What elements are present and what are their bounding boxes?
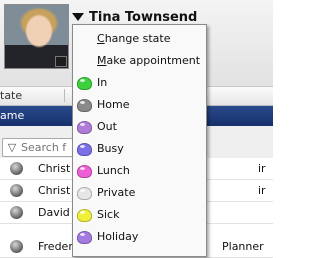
search-input[interactable]	[21, 140, 77, 155]
status-sick-icon	[77, 209, 92, 222]
menu-item-label: Out	[97, 120, 117, 133]
status-dot-icon	[10, 240, 23, 253]
menu-item-label-rest: ake appointment	[106, 54, 201, 67]
status-private-icon	[77, 187, 92, 200]
accelerator-key: M	[97, 54, 107, 67]
status-lunch-icon	[77, 165, 92, 178]
menu-item-status-sick[interactable]: Sick	[73, 205, 206, 225]
accelerator-key: C	[97, 32, 105, 45]
menu-item-label: Holiday	[97, 230, 139, 243]
menu-item-label: In	[97, 76, 108, 89]
contact-name: David	[38, 206, 70, 219]
menu-item-label-rest: hange state	[104, 32, 171, 45]
contact-name: Christ	[38, 162, 71, 175]
menu-item-status-home[interactable]: Home	[73, 95, 206, 115]
contact-extra: ir	[258, 162, 266, 175]
column-separator[interactable]	[64, 89, 65, 102]
contact-extra: ir	[258, 184, 266, 197]
status-holiday-icon	[77, 231, 92, 244]
status-out-icon	[77, 121, 92, 134]
menu-item-label: Busy	[97, 142, 124, 155]
status-dot-icon	[10, 206, 23, 219]
menu-item-status-holiday[interactable]: Holiday	[73, 227, 206, 247]
avatar[interactable]	[4, 4, 69, 69]
status-home-icon	[77, 99, 92, 112]
contact-name: Christ	[38, 184, 71, 197]
contact-role: Planner	[222, 240, 264, 253]
menu-item-status-busy[interactable]: Busy	[73, 139, 206, 159]
group-header-label: ame	[0, 109, 25, 122]
status-dot-icon	[10, 162, 23, 175]
menu-item-label: Home	[97, 98, 130, 111]
status-in-icon	[77, 77, 92, 90]
triangle-down-icon	[72, 13, 84, 21]
user-name: Tina Townsend	[89, 9, 198, 25]
state-column-header[interactable]: tate	[0, 89, 22, 102]
menu-item-label: Private	[97, 186, 136, 199]
menu-item-label: Sick	[97, 208, 120, 221]
avatar-badge-icon	[55, 56, 67, 67]
menu-item-status-lunch[interactable]: Lunch	[73, 161, 206, 181]
menu-item-status-in[interactable]: In	[73, 73, 206, 93]
menu-item-status-out[interactable]: Out	[73, 117, 206, 137]
menu-item-label: Lunch	[97, 164, 130, 177]
status-dot-icon	[10, 184, 23, 197]
status-busy-icon	[77, 143, 92, 156]
menu-item-make-appointment[interactable]: Make appointment	[73, 51, 206, 71]
menu-item-change-state[interactable]: Change state	[73, 29, 206, 49]
menu-item-label: Change state	[97, 32, 170, 45]
filter-icon[interactable]: ▽	[3, 141, 21, 154]
menu-item-status-private[interactable]: Private	[73, 183, 206, 203]
user-context-menu: Change state Make appointment In Home Ou…	[72, 24, 207, 257]
menu-item-label: Make appointment	[97, 54, 200, 67]
